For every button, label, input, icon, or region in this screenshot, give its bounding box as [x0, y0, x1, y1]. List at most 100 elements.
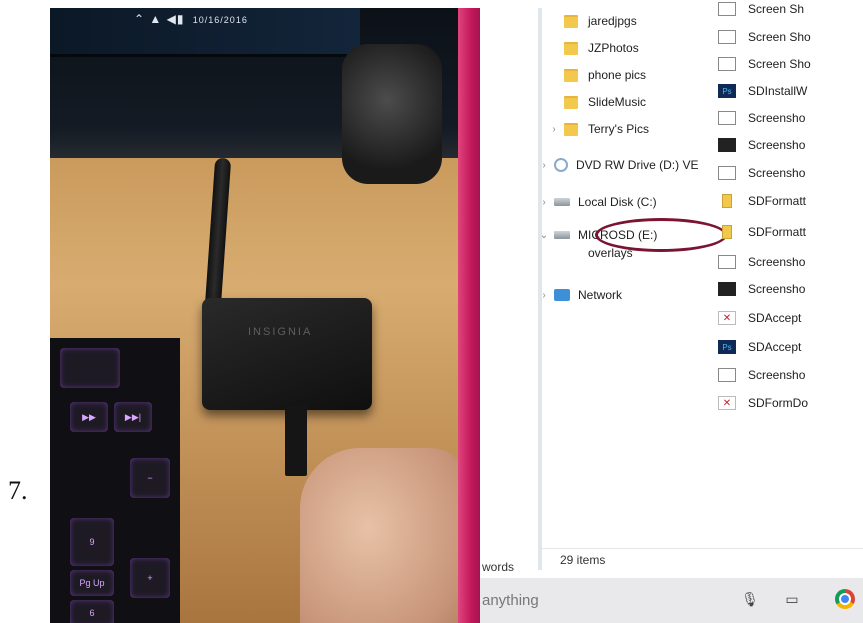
file-name: Screen Sho: [748, 30, 811, 44]
photoshop-file-icon: Ps: [718, 340, 736, 354]
zip-file-icon: [722, 194, 732, 208]
tree-item-label: Terry's Pics: [588, 122, 649, 136]
image-file-icon: [718, 30, 736, 44]
image-file-icon: [718, 368, 736, 382]
file-name: Screensho: [748, 166, 806, 180]
file-name: SDAccept: [748, 311, 802, 325]
background-window-text: words: [482, 560, 515, 574]
step-number: 7.: [8, 476, 28, 505]
speaker: [342, 44, 442, 184]
system-tray: ⌃ ▲ ◀▮ 10/16/2016: [134, 12, 248, 26]
image-file-icon: [718, 2, 736, 16]
tree-item-jzphotos[interactable]: JZPhotos: [564, 37, 639, 59]
file-explorer: jaredjpgs JZPhotos phone pics SlideMusic…: [480, 2, 863, 623]
chevron-right-icon[interactable]: ›: [538, 197, 550, 208]
file-name: SDFormatt: [748, 225, 807, 239]
file-item[interactable]: ✕ SDFormDo: [718, 392, 808, 414]
file-item[interactable]: Screensho: [718, 107, 805, 129]
file-item[interactable]: ✕ SDAccept: [718, 307, 801, 329]
chevron-right-icon[interactable]: ›: [538, 160, 550, 171]
tree-item-terrys-pics[interactable]: › Terry's Pics: [548, 118, 649, 140]
highlight-ring: [595, 218, 727, 252]
taskbar: anything 🎙 ▭: [480, 578, 863, 623]
file-item[interactable]: Screensho: [718, 134, 805, 156]
image-file-icon: [718, 138, 736, 152]
file-item[interactable]: SDFormatt: [718, 190, 806, 212]
search-box-text[interactable]: anything: [482, 592, 539, 609]
file-name: SDFormatt: [748, 194, 807, 208]
tree-item-network[interactable]: › Network: [538, 284, 622, 306]
tree-item-jaredjpgs[interactable]: jaredjpgs: [564, 10, 637, 32]
file-name: Screensho: [748, 138, 806, 152]
usb-cable: [204, 157, 232, 309]
status-bar: 29 items: [542, 548, 863, 570]
tree-item-label: SlideMusic: [588, 95, 647, 109]
tree-item-label: JZPhotos: [588, 41, 639, 55]
image-file-icon: [718, 57, 736, 71]
file-item[interactable]: Ps SDInstallW: [718, 80, 807, 102]
pdf-file-icon: ✕: [718, 396, 736, 410]
file-item[interactable]: Screensho: [718, 278, 805, 300]
tree-item-phone-pics[interactable]: phone pics: [564, 64, 646, 86]
network-icon: [554, 289, 570, 301]
tree-item-label: phone pics: [588, 68, 647, 82]
photo-card-reader: ⌃ ▲ ◀▮ 10/16/2016 INSIGNIA ▶▶ ▶▶| 9 Pg U…: [50, 8, 458, 623]
file-name: Screensho: [748, 111, 806, 125]
file-name: SDInstallW: [748, 84, 808, 98]
chevron-right-icon[interactable]: ›: [538, 290, 550, 301]
image-file-icon: [718, 166, 736, 180]
tray-date: 10/16/2016: [192, 15, 248, 25]
keyboard-key: [60, 348, 120, 388]
photoshop-file-icon: Ps: [718, 84, 736, 98]
folder-icon: [564, 68, 578, 82]
file-name: Screensho: [748, 368, 806, 382]
keyboard-key: +: [130, 558, 170, 598]
file-name: SDAccept: [748, 340, 802, 354]
keyboard: ▶▶ ▶▶| 9 Pg Up + − 6: [50, 338, 180, 623]
hand: [300, 448, 458, 623]
divider-stripe: [458, 8, 480, 623]
file-name: Screen Sho: [748, 57, 811, 71]
chevron-down-icon[interactable]: ⌄: [538, 230, 550, 241]
chrome-icon[interactable]: [835, 589, 855, 609]
task-view-icon[interactable]: ▭: [784, 591, 800, 607]
keyboard-key: 9: [70, 518, 114, 566]
file-name: Screensho: [748, 255, 806, 269]
file-item[interactable]: Screensho: [718, 251, 805, 273]
tree-item-local-disk[interactable]: › Local Disk (C:): [538, 191, 657, 213]
keyboard-key: Pg Up: [70, 570, 114, 596]
file-item[interactable]: Screen Sh: [718, 0, 804, 20]
navigation-pane: jaredjpgs JZPhotos phone pics SlideMusic…: [540, 8, 727, 568]
folder-icon: [564, 41, 578, 55]
file-item[interactable]: Screen Sho: [718, 53, 811, 75]
pdf-file-icon: ✕: [718, 311, 736, 325]
item-count: 29 items: [560, 552, 606, 567]
tree-item-dvd-drive[interactable]: › DVD RW Drive (D:) VE: [538, 154, 698, 176]
hard-drive-icon: [554, 198, 570, 206]
folder-icon: [564, 122, 578, 136]
image-file-icon: [718, 255, 736, 269]
file-name: SDFormDo: [748, 396, 809, 410]
file-item[interactable]: SDFormatt: [718, 221, 806, 243]
file-item[interactable]: Screen Sho: [718, 26, 811, 48]
chevron-right-icon[interactable]: ›: [548, 124, 560, 135]
tree-item-slidemusic[interactable]: SlideMusic: [564, 91, 646, 113]
mic-icon[interactable]: 🎙: [741, 591, 759, 607]
tree-item-label: Network: [578, 288, 623, 302]
image-file-icon: [718, 111, 736, 125]
sd-drive-icon: [554, 231, 570, 239]
keyboard-key: ▶▶: [70, 402, 108, 432]
reader-brand: INSIGNIA: [248, 326, 313, 338]
file-list: Screen Sh Screen Sho Screen Sho Ps SDIns…: [718, 2, 863, 568]
file-item[interactable]: Screensho: [718, 162, 805, 184]
file-item[interactable]: Ps SDAccept: [718, 336, 801, 358]
microsd-card: [285, 406, 307, 476]
folder-icon: [564, 14, 578, 28]
folder-icon: [564, 95, 578, 109]
image-file-icon: [718, 282, 736, 296]
file-item[interactable]: Screensho: [718, 364, 805, 386]
tree-item-label: Local Disk (C:): [578, 195, 657, 209]
keyboard-key: 6: [70, 600, 114, 623]
keyboard-key: −: [130, 458, 170, 498]
zip-file-icon: [722, 225, 732, 239]
